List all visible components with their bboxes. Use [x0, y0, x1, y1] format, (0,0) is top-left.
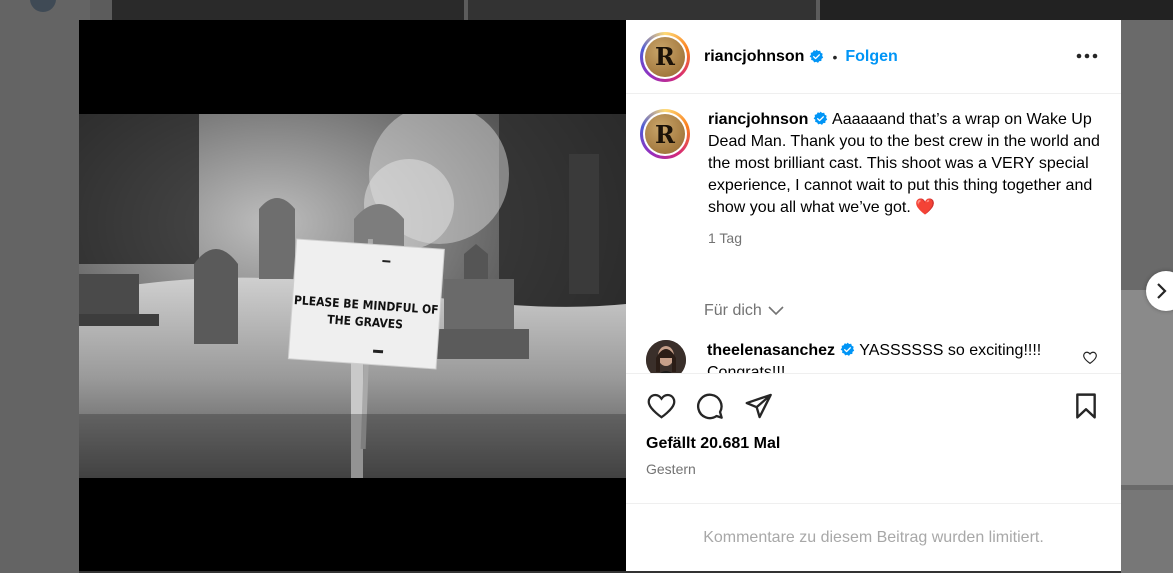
comment-username[interactable]: theelenasanchez	[707, 342, 835, 359]
feed-sidebar-background	[0, 0, 90, 573]
avatar-letter: R	[645, 114, 685, 154]
for-you-filter[interactable]: Für dich	[704, 302, 784, 320]
verified-badge-icon	[810, 49, 824, 63]
commenter-avatar[interactable]	[646, 340, 686, 373]
post-modal: PLEASE BE MINDFUL OF THE GRAVES R riancj…	[79, 20, 1121, 571]
comment-bubble-icon[interactable]	[695, 391, 725, 421]
caption-username[interactable]: riancjohnson	[708, 111, 808, 128]
graveyard-photo: PLEASE BE MINDFUL OF THE GRAVES	[79, 114, 626, 478]
feed-tile	[468, 0, 816, 20]
follow-button[interactable]: Folgen	[845, 48, 897, 66]
for-you-label: Für dich	[704, 302, 762, 319]
post-header: R riancjohnson • Folgen	[626, 20, 1121, 94]
feed-tile	[1121, 490, 1173, 573]
author-username[interactable]: riancjohnson	[704, 48, 804, 66]
feed-tile	[112, 0, 464, 20]
chevron-right-icon	[1157, 283, 1167, 299]
heart-emoji: ❤️	[915, 199, 936, 216]
likes-count[interactable]: Gefällt 20.681 Mal	[626, 421, 1121, 453]
avatar-letter: R	[645, 36, 685, 77]
comments-section[interactable]: R riancjohnson Aaaaaand that’s a wrap on…	[626, 95, 1121, 373]
chevron-down-icon	[768, 306, 784, 316]
paper-plane-icon[interactable]	[744, 391, 774, 421]
post-actions: Gefällt 20.681 Mal Gestern	[626, 373, 1121, 503]
author-avatar[interactable]: R	[640, 31, 690, 82]
post-photo: PLEASE BE MINDFUL OF THE GRAVES	[79, 114, 626, 478]
verified-badge-icon	[840, 342, 855, 356]
feed-tile	[820, 0, 1173, 20]
post-media[interactable]: PLEASE BE MINDFUL OF THE GRAVES	[79, 20, 626, 571]
feed-tile	[1121, 290, 1173, 485]
action-icons	[626, 374, 1121, 421]
caption-timestamp[interactable]: 1 Tag	[708, 227, 1101, 249]
caption-author-avatar[interactable]: R	[640, 109, 690, 159]
sidebar-avatar	[30, 0, 56, 12]
post-caption: R riancjohnson Aaaaaand that’s a wrap on…	[626, 95, 1121, 249]
heart-icon[interactable]	[646, 391, 676, 421]
bookmark-icon[interactable]	[1071, 391, 1101, 421]
verified-badge-icon	[814, 111, 828, 125]
separator-dot: •	[832, 48, 838, 65]
comment-item: theelenasanchez YASSSSSS so exciting!!!!…	[646, 340, 1107, 373]
comment-like-heart-icon[interactable]	[1083, 351, 1097, 369]
more-horizontal-icon[interactable]	[1075, 44, 1099, 68]
comments-limited-notice: Kommentare zu diesem Beitrag wurden limi…	[626, 503, 1121, 571]
comment-text-block: theelenasanchez YASSSSSS so exciting!!!!…	[707, 340, 1077, 373]
post-date[interactable]: Gestern	[626, 453, 1121, 477]
post-sidebar: R riancjohnson • Folgen R riancjohnson A…	[626, 20, 1121, 571]
caption-body: riancjohnson Aaaaaand that’s a wrap on W…	[708, 109, 1101, 249]
